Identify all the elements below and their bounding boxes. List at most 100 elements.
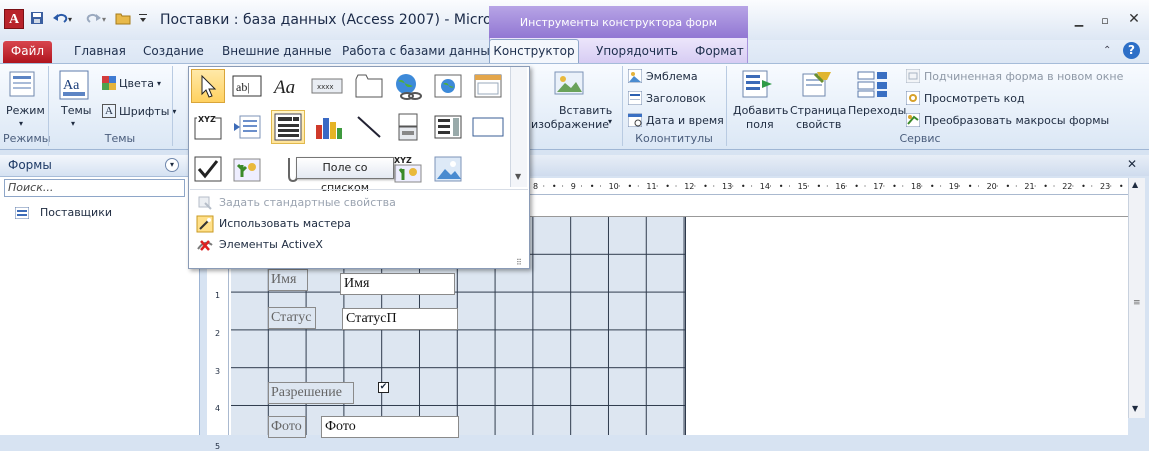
- ruler-tick-mark: ·: [561, 182, 564, 191]
- subform-new-window-button: Подчиненная форма в новом окне: [906, 69, 1123, 83]
- redo-icon[interactable]: ▾: [81, 9, 109, 27]
- option-group-icon[interactable]: XYZ: [191, 110, 225, 144]
- customize-qat-icon[interactable]: [136, 9, 150, 27]
- colors-button[interactable]: Цвета ▾: [102, 76, 161, 90]
- activex-label: Элементы ActiveX: [219, 238, 323, 251]
- check-box-icon[interactable]: [191, 152, 225, 186]
- navigation-control-icon[interactable]: [471, 69, 505, 103]
- ruler-tick-mark: ·: [996, 182, 999, 191]
- rectangle-icon[interactable]: [471, 110, 505, 144]
- toggle-button-icon[interactable]: [391, 110, 425, 144]
- close-document-icon[interactable]: ✕: [1127, 157, 1137, 171]
- line-icon[interactable]: [352, 110, 386, 144]
- label-name[interactable]: Имя: [268, 269, 308, 291]
- ruler-tick-mark: •: [854, 182, 860, 191]
- resize-grip-icon[interactable]: ⠿: [516, 258, 522, 267]
- chevron-down-icon[interactable]: ▾: [165, 158, 179, 172]
- svg-text:▾: ▾: [102, 15, 106, 24]
- checkbox-permission[interactable]: ✔: [378, 382, 389, 393]
- ruler-tick-label: 3: [215, 366, 221, 376]
- tab-file[interactable]: Файл: [3, 41, 52, 63]
- help-icon[interactable]: ?: [1123, 42, 1140, 59]
- textbox-status[interactable]: СтатусП: [342, 308, 458, 330]
- combo-box-icon[interactable]: [271, 110, 305, 144]
- gallery-divider: [190, 189, 528, 190]
- page-break-icon[interactable]: [230, 110, 264, 144]
- vertical-scrollbar[interactable]: ▲ ≡ ▼: [1128, 178, 1145, 418]
- label-icon[interactable]: Aa: [269, 69, 303, 103]
- list-box-icon[interactable]: [431, 110, 465, 144]
- ruler-tick-mark: ·: [1071, 182, 1075, 191]
- gallery-scroll-down-icon[interactable]: ▼: [515, 172, 521, 181]
- ruler-tick-mark: •: [816, 182, 822, 191]
- tab-home[interactable]: Главная: [74, 41, 126, 63]
- ruler-tick-mark: •: [665, 182, 671, 191]
- navigation-pane: [0, 155, 200, 435]
- nav-pane-header[interactable]: Формы ▾: [0, 155, 190, 177]
- date-time-button[interactable]: Дата и время: [628, 113, 724, 127]
- scroll-up-icon[interactable]: ▲: [1132, 180, 1138, 189]
- svg-text:Aa: Aa: [63, 78, 80, 93]
- tab-arrange[interactable]: Упорядочить: [596, 41, 678, 63]
- add-fields-icon[interactable]: [742, 70, 774, 101]
- tab-control-icon[interactable]: [352, 69, 386, 103]
- nav-item-suppliers[interactable]: Поставщики: [15, 206, 112, 219]
- title-button[interactable]: Заголовок: [628, 91, 706, 105]
- image-control-icon[interactable]: [431, 152, 465, 186]
- web-browser-icon[interactable]: [431, 69, 465, 103]
- ruler-tick-mark: ·: [769, 182, 772, 191]
- button-icon[interactable]: xxxx: [310, 69, 344, 103]
- scroll-thumb[interactable]: ≡: [1133, 298, 1141, 308]
- ruler-tick-mark: ·: [1052, 182, 1056, 191]
- maximize-icon[interactable]: ▫: [1096, 14, 1114, 28]
- chart-icon[interactable]: [311, 110, 345, 144]
- unbound-object-frame-icon[interactable]: [230, 152, 264, 186]
- minimize-icon[interactable]: ▁: [1070, 14, 1088, 28]
- tab-order-icon[interactable]: [857, 70, 889, 101]
- svg-text:XYZ: XYZ: [394, 156, 412, 165]
- label-status[interactable]: Статус: [268, 307, 316, 329]
- ruler-tick-mark: •: [551, 182, 557, 191]
- insert-image-label-1: Вставить: [559, 104, 613, 117]
- scroll-down-icon[interactable]: ▼: [1132, 404, 1138, 413]
- tab-database-tools[interactable]: Работа с базами данных: [342, 41, 497, 63]
- activex-controls-item[interactable]: Элементы ActiveX: [191, 234, 526, 255]
- property-sheet-icon[interactable]: [801, 70, 833, 101]
- image-icon[interactable]: [553, 70, 585, 101]
- convert-macros-button[interactable]: Преобразовать макросы формы: [906, 113, 1109, 127]
- tab-design[interactable]: Конструктор: [489, 39, 579, 65]
- view-code-button[interactable]: Просмотреть код: [906, 91, 1025, 105]
- tab-external-data[interactable]: Внешние данные: [222, 41, 331, 63]
- logo-button[interactable]: Эмблема: [628, 69, 698, 83]
- save-icon[interactable]: [28, 9, 46, 27]
- undo-icon[interactable]: ▾: [49, 9, 77, 27]
- themes-button[interactable]: Aa: [59, 70, 89, 103]
- hyperlink-icon[interactable]: [391, 69, 425, 103]
- chevron-down-icon[interactable]: ▾: [71, 119, 75, 128]
- ruler-tick-mark: ·: [636, 182, 640, 191]
- add-fields-label-1: Добавить: [733, 104, 789, 117]
- select-pointer-icon[interactable]: [191, 69, 225, 103]
- nav-item-label: Поставщики: [40, 206, 112, 219]
- fonts-button[interactable]: A Шрифты ▾: [102, 104, 176, 118]
- text-box-icon[interactable]: ab|: [230, 69, 264, 103]
- open-folder-icon[interactable]: [113, 9, 133, 27]
- search-input[interactable]: Поиск...: [4, 179, 185, 197]
- label-permission[interactable]: Разрешение: [268, 382, 354, 404]
- property-sheet-label-1: Страница: [790, 104, 847, 117]
- close-icon[interactable]: ✕: [1123, 11, 1145, 27]
- chevron-down-icon[interactable]: ▾: [608, 117, 612, 126]
- tab-format[interactable]: Формат: [695, 41, 744, 63]
- access-app-icon[interactable]: A: [4, 9, 24, 29]
- tab-create[interactable]: Создание: [143, 41, 204, 63]
- ruler-tick-label: 9: [570, 182, 576, 191]
- group-divider: [48, 66, 49, 146]
- collapse-ribbon-icon[interactable]: ⌃: [1103, 45, 1111, 56]
- chevron-down-icon[interactable]: ▾: [19, 119, 23, 128]
- bound-object-frame-icon[interactable]: XYZ: [391, 152, 425, 186]
- ruler-tick-mark: ·: [1033, 182, 1037, 191]
- use-control-wizards-item[interactable]: Использовать мастера: [191, 213, 526, 234]
- svg-text:Aa: Aa: [272, 77, 295, 97]
- textbox-name[interactable]: Имя: [340, 273, 455, 295]
- gallery-scrollbar[interactable]: ▼: [510, 67, 527, 187]
